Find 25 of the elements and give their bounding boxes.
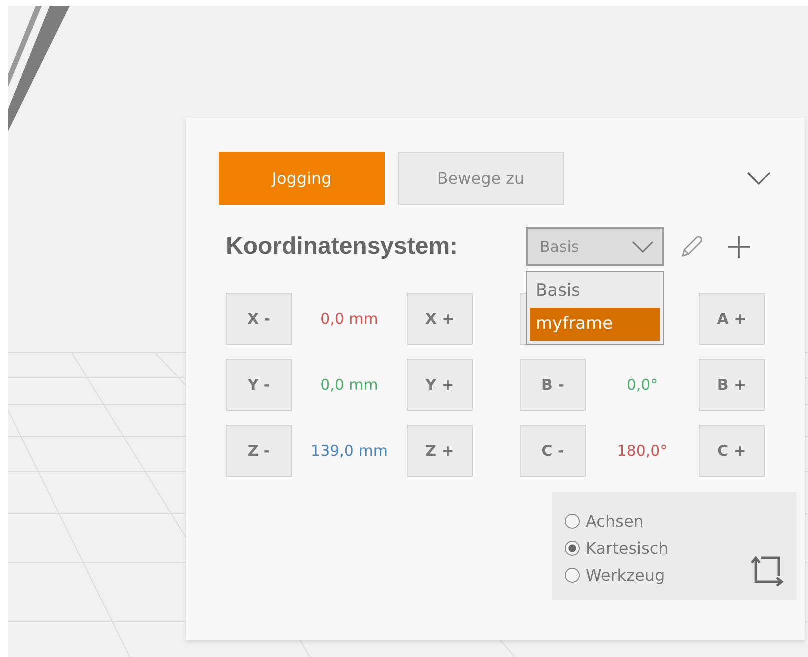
mode-radio[interactable]: Werkzeug	[565, 562, 669, 589]
jog-plus-button[interactable]: Z +	[407, 425, 473, 477]
jog-minus-button[interactable]: Y -	[226, 359, 292, 411]
axis-value: 139,0 mm	[310, 441, 389, 462]
mode-radio[interactable]: Kartesisch	[565, 535, 669, 562]
tab[interactable]: Bewege zu	[398, 152, 564, 205]
jog-plus-button[interactable]: X +	[407, 293, 473, 345]
jog-minus-button[interactable]: Z -	[226, 425, 292, 477]
axis-value: 0,0°	[626, 375, 660, 396]
axis-value: 0,0 mm	[320, 375, 380, 396]
jog-plus-button[interactable]: B +	[699, 359, 765, 411]
coordinate-system-dropdown[interactable]: Basis	[526, 227, 664, 266]
jog-plus-button[interactable]: A +	[699, 293, 765, 345]
jog-plus-button[interactable]: C +	[699, 425, 765, 477]
axis-value: 180,0°	[616, 441, 669, 462]
jog-minus-button[interactable]: X -	[226, 293, 292, 345]
dropdown-option[interactable]: Basis	[530, 275, 660, 308]
mode-radio[interactable]: Achsen	[565, 508, 669, 535]
dropdown-option[interactable]: myframe	[530, 308, 660, 341]
jog-plus-button[interactable]: Y +	[407, 359, 473, 411]
tab[interactable]: Jogging	[219, 152, 385, 205]
jog-minus-button[interactable]: B -	[520, 359, 586, 411]
axis-value: 0,0 mm	[320, 309, 380, 330]
coordinate-system-label: Koordinatensystem:	[226, 232, 460, 260]
jog-minus-button[interactable]: C -	[520, 425, 586, 477]
